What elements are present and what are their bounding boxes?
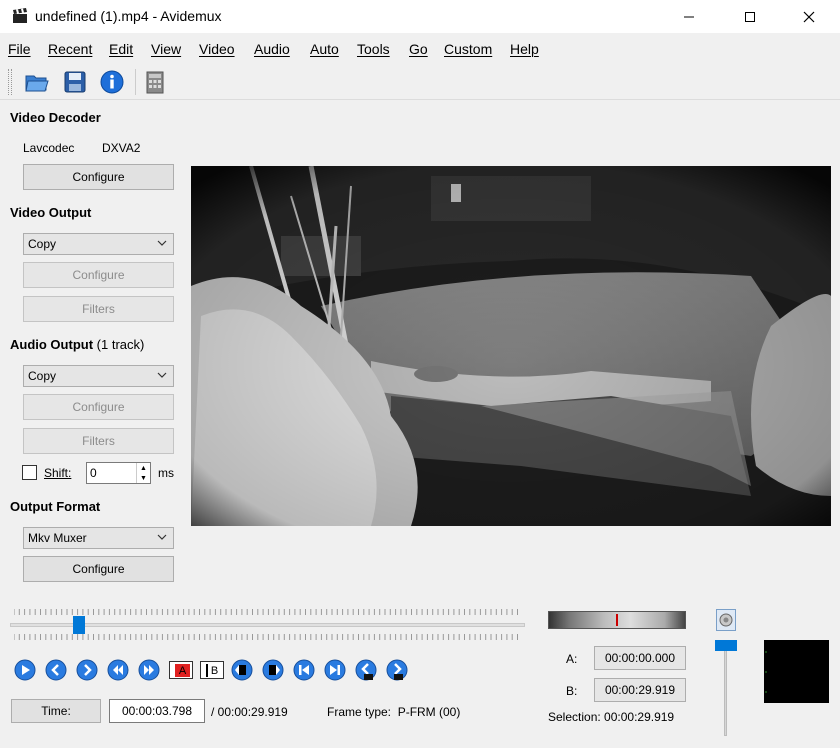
muxer-value: Mkv Muxer	[28, 531, 87, 545]
decoder-hw: DXVA2	[102, 141, 141, 155]
volume-thumb[interactable]	[715, 640, 737, 651]
menu-audio[interactable]: Audio	[254, 41, 290, 57]
chevron-down-icon	[157, 240, 167, 246]
toolbar	[0, 63, 840, 100]
goto-marker-b-icon[interactable]	[386, 659, 408, 681]
title-bar: undefined (1).mp4 - Avidemux	[0, 0, 840, 33]
muxer-configure-button[interactable]: Configure	[23, 556, 174, 582]
goto-marker-a-icon[interactable]	[355, 659, 377, 681]
audio-configure-button[interactable]: Configure	[23, 394, 174, 420]
play-icon[interactable]	[14, 659, 36, 681]
previous-black-frame-icon[interactable]	[231, 659, 253, 681]
output-format-heading: Output Format	[10, 499, 101, 514]
shift-label: Shift:	[44, 466, 72, 480]
goto-first-frame-icon[interactable]	[293, 659, 315, 681]
next-frame-icon[interactable]	[76, 659, 98, 681]
menu-video[interactable]: Video	[199, 41, 235, 57]
marker-a-field-label: A:	[566, 652, 578, 666]
audio-level-meter	[548, 611, 686, 629]
goto-last-frame-icon[interactable]	[324, 659, 346, 681]
maximize-button[interactable]	[727, 0, 773, 33]
chevron-down-icon	[157, 372, 167, 378]
video-output-heading: Video Output	[10, 205, 92, 220]
spin-up-icon[interactable]: ▲	[137, 463, 150, 473]
menu-file[interactable]: File	[8, 41, 31, 57]
next-keyframe-icon[interactable]	[138, 659, 160, 681]
menu-view[interactable]: View	[151, 41, 181, 57]
volume-button[interactable]	[716, 609, 736, 631]
timeline-ticks-top	[14, 609, 518, 615]
spin-buttons[interactable]: ▲ ▼	[136, 463, 150, 483]
clapperboard-icon	[13, 8, 27, 23]
video-frame	[191, 166, 831, 526]
close-icon	[803, 11, 815, 22]
menu-auto[interactable]: Auto	[310, 41, 339, 57]
meter-marker	[616, 614, 618, 626]
menu-bar: File Recent Edit View Video Audio Auto T…	[0, 37, 840, 61]
decoder-configure-button[interactable]: Configure	[23, 164, 174, 190]
video-decoder-heading: Video Decoder	[10, 110, 101, 125]
marker-b-time: 00:00:29.919	[594, 678, 686, 702]
next-black-frame-icon[interactable]	[262, 659, 284, 681]
previous-frame-icon[interactable]	[45, 659, 67, 681]
audio-filters-button[interactable]: Filters	[23, 428, 174, 454]
close-button[interactable]	[786, 0, 832, 33]
maximize-icon	[745, 11, 755, 22]
timeline-ticks-bottom	[14, 634, 518, 640]
set-marker-a-icon[interactable]: A	[169, 661, 193, 679]
audio-codec-select[interactable]: Copy	[23, 365, 174, 387]
audio-track-count: (1 track)	[96, 337, 145, 352]
selection-duration: Selection: 00:00:29.919	[548, 710, 675, 724]
shift-spinbox[interactable]: 0 ▲ ▼	[86, 462, 151, 484]
window-title: undefined (1).mp4 - Avidemux	[35, 8, 222, 24]
decoder-name: Lavcodec	[23, 141, 75, 155]
current-time-field[interactable]: 00:00:03.798	[109, 699, 205, 723]
chevron-down-icon	[157, 534, 167, 540]
menu-tools[interactable]: Tools	[357, 41, 390, 57]
toolbar-separator	[135, 69, 136, 95]
video-configure-button[interactable]: Configure	[23, 262, 174, 288]
menu-go[interactable]: Go	[409, 41, 428, 57]
marker-a-label: A	[175, 664, 190, 677]
set-marker-b-icon[interactable]: B	[200, 661, 224, 679]
total-time: / 00:00:29.919	[211, 705, 288, 719]
marker-b-field-label: B:	[566, 684, 578, 698]
muxer-select[interactable]: Mkv Muxer	[23, 527, 174, 549]
shift-unit: ms	[158, 466, 174, 480]
calculator-icon[interactable]	[142, 69, 168, 95]
audio-codec-value: Copy	[28, 369, 57, 383]
video-codec-select[interactable]: Copy	[23, 233, 174, 255]
scope-display	[765, 651, 767, 693]
menu-custom[interactable]: Custom	[444, 41, 492, 57]
menu-help[interactable]: Help	[510, 41, 539, 57]
shift-checkbox[interactable]	[22, 465, 37, 480]
audio-scope	[764, 640, 829, 703]
video-filters-button[interactable]: Filters	[23, 296, 174, 322]
toolbar-grip[interactable]	[8, 69, 12, 95]
volume-track[interactable]	[724, 644, 727, 736]
frame-type: Frame type: P-FRM (00)	[327, 705, 461, 719]
video-codec-value: Copy	[28, 237, 57, 251]
video-preview	[191, 166, 831, 526]
info-icon[interactable]	[99, 69, 125, 95]
save-icon[interactable]	[62, 69, 88, 95]
audio-output-heading: Audio Output (1 track)	[10, 337, 144, 352]
marker-b-label: B	[206, 664, 221, 677]
marker-a-time: 00:00:00.000	[594, 646, 686, 670]
previous-keyframe-icon[interactable]	[107, 659, 129, 681]
timeline-track[interactable]	[10, 623, 525, 627]
speaker-icon	[719, 613, 733, 627]
open-folder-icon[interactable]	[24, 69, 50, 95]
time-button[interactable]: Time:	[11, 699, 101, 723]
menu-recent[interactable]: Recent	[48, 41, 92, 57]
spin-down-icon[interactable]: ▼	[137, 473, 150, 483]
audio-output-title: Audio Output	[10, 337, 94, 352]
minimize-button[interactable]	[666, 0, 712, 33]
menu-edit[interactable]: Edit	[109, 41, 133, 57]
timeline-thumb[interactable]	[72, 616, 85, 634]
minimize-icon	[684, 16, 694, 17]
shift-value: 0	[90, 466, 97, 480]
